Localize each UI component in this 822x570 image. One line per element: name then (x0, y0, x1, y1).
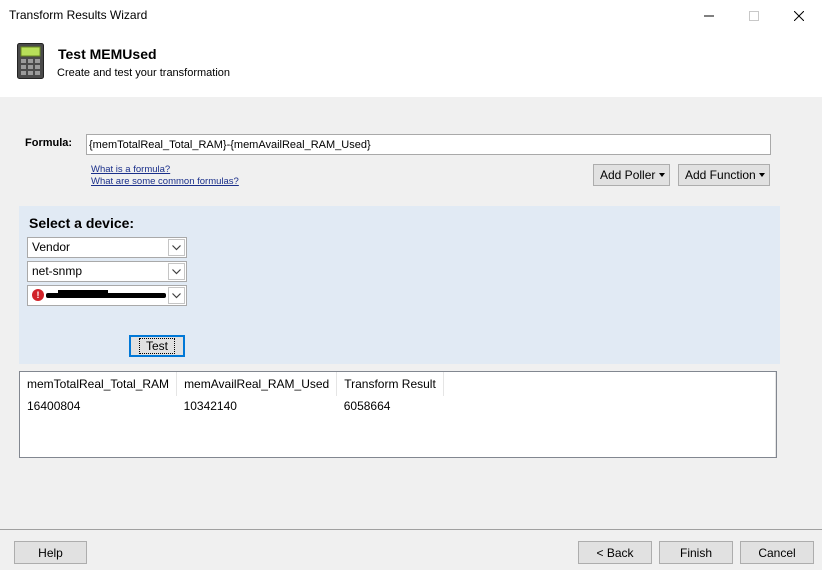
add-poller-label: Add Poller (600, 168, 656, 182)
what-is-formula-link[interactable]: What is a formula? (91, 164, 170, 175)
node-combo[interactable]: ! (27, 285, 187, 306)
cancel-button[interactable]: Cancel (740, 541, 814, 564)
page-title: Test MEMUsed (58, 46, 157, 62)
combo-dropdown-button[interactable] (168, 263, 185, 280)
table-cell: 16400804 (27, 399, 81, 413)
close-button[interactable] (776, 0, 822, 31)
device-title: Select a device: (29, 215, 135, 231)
chevron-down-icon (172, 244, 181, 250)
maximize-button (731, 0, 777, 31)
add-function-button[interactable]: Add Function (678, 164, 770, 186)
dropdown-arrow-icon (659, 173, 665, 177)
page-subtitle: Create and test your transformation (57, 67, 231, 79)
title-bar: Transform Results Wizard (0, 0, 822, 31)
machine-type-combo[interactable]: net-snmp (27, 261, 187, 282)
results-border (775, 372, 776, 457)
combo-dropdown-button[interactable] (168, 287, 185, 304)
results-header-row: memTotalReal_Total_RAM memAvailReal_RAM_… (20, 372, 444, 396)
vendor-combo[interactable]: Vendor (27, 237, 187, 258)
maximize-icon (749, 10, 759, 21)
main-panel: Formula: What is a formula? What are som… (0, 97, 822, 529)
add-poller-button[interactable]: Add Poller (593, 164, 670, 186)
redacted-node-name (58, 290, 108, 294)
minimize-button[interactable] (686, 0, 732, 31)
test-button-label: Test (138, 338, 175, 354)
column-header[interactable]: memTotalReal_Total_RAM (20, 372, 178, 396)
results-grid[interactable]: memTotalReal_Total_RAM memAvailReal_RAM_… (19, 371, 777, 458)
combo-dropdown-button[interactable] (168, 239, 185, 256)
wizard-footer: Help < Back Finish Cancel (0, 529, 822, 570)
error-icon: ! (32, 289, 44, 301)
dropdown-arrow-icon (759, 173, 765, 177)
window-title: Transform Results Wizard (9, 8, 148, 22)
table-cell: 6058664 (343, 399, 391, 413)
table-cell: 10342140 (183, 399, 237, 413)
common-formulas-link[interactable]: What are some common formulas? (91, 176, 239, 187)
formula-input[interactable] (86, 134, 771, 155)
close-icon (794, 10, 804, 21)
results-table: memTotalReal_Total_RAM memAvailReal_RAM_… (20, 372, 444, 416)
calculator-icon (17, 43, 44, 79)
formula-label: Formula: (25, 137, 73, 149)
column-header[interactable]: memAvailReal_RAM_Used (176, 372, 338, 396)
chevron-down-icon (172, 292, 181, 298)
vendor-combo-value: Vendor (32, 240, 71, 254)
wizard-header: Test MEMUsed Create and test your transf… (0, 31, 822, 97)
test-button[interactable]: Test (129, 335, 185, 357)
minimize-icon (704, 15, 714, 16)
column-header[interactable]: Transform Result (336, 372, 444, 396)
chevron-down-icon (172, 268, 181, 274)
help-button[interactable]: Help (14, 541, 87, 564)
finish-button[interactable]: Finish (659, 541, 733, 564)
table-row[interactable]: 16400804 10342140 6058664 (20, 396, 443, 416)
back-button[interactable]: < Back (578, 541, 652, 564)
add-function-label: Add Function (685, 168, 756, 182)
machine-type-combo-value: net-snmp (32, 264, 83, 278)
device-panel: Select a device: Vendor net-snmp ! Test (19, 206, 780, 364)
